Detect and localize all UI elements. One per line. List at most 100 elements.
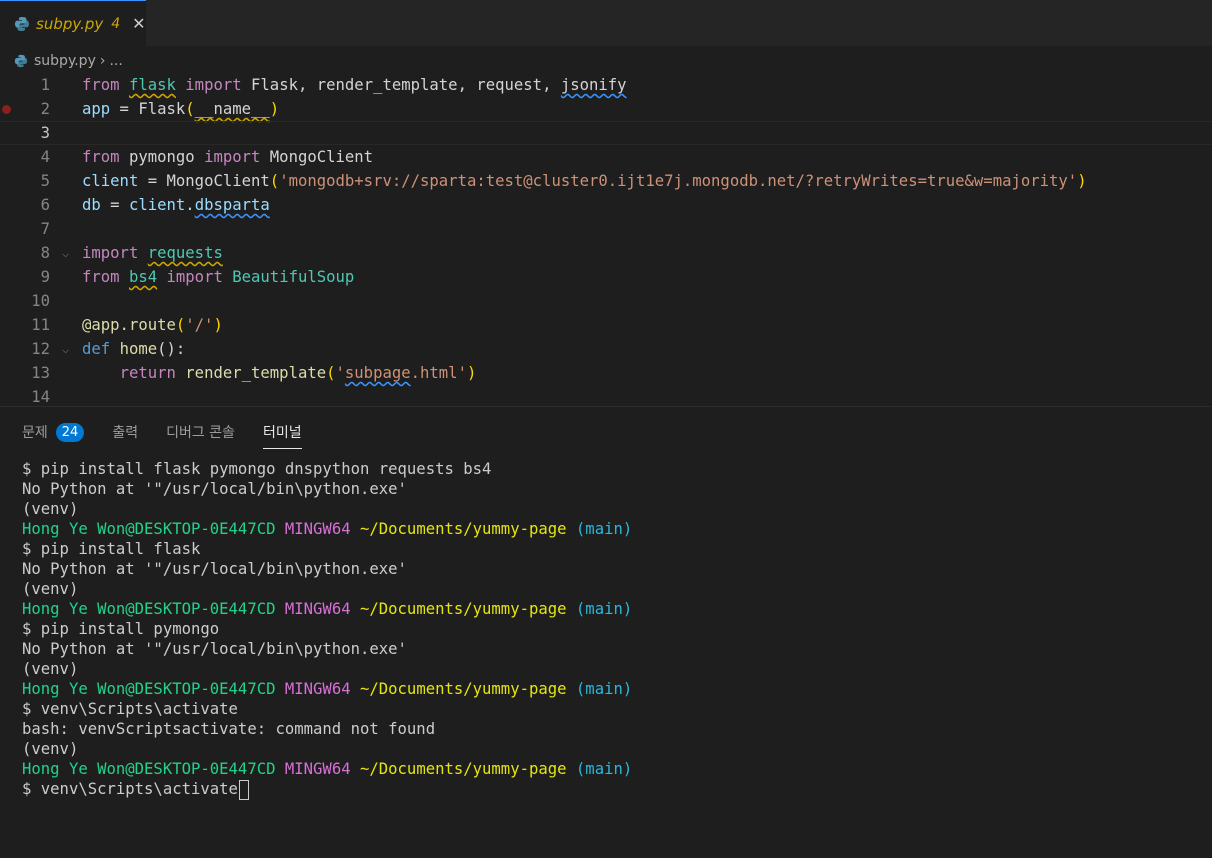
breadcrumb-more[interactable]: ... [109, 53, 122, 69]
token: = [138, 172, 167, 190]
token: def [82, 340, 111, 358]
prompt-branch: (main) [575, 600, 633, 618]
prompt-user: Hong Ye Won@DESKTOP-0E447CD [22, 760, 276, 778]
breadcrumb-file[interactable]: subpy.py [34, 53, 96, 69]
token: from [82, 148, 120, 166]
token: import [166, 268, 223, 286]
token: app [82, 100, 111, 118]
token: ) [466, 364, 477, 382]
chevron-down-icon[interactable]: ⌵ [62, 246, 69, 260]
tab-debug-console-label: 디버그 콘솔 [166, 425, 235, 441]
tab-problems-label: 문제 [22, 425, 48, 441]
terminal-prompt: Hong Ye Won@DESKTOP-0E447CD MINGW64 ~/Do… [22, 759, 1202, 779]
terminal-line: $ pip install flask pymongo dnspython re… [22, 460, 492, 478]
token: ) [213, 316, 223, 334]
code-text: from bs4 import BeautifulSoup [82, 268, 354, 286]
terminal-input-text[interactable]: $ venv\Scripts\activate [22, 780, 238, 798]
terminal-line: (venv) [22, 580, 79, 598]
tab-terminal[interactable]: 터미널 [262, 419, 302, 449]
token: ( [269, 172, 280, 190]
prompt-env: MINGW64 [284, 520, 351, 538]
terminal-output[interactable]: $ pip install flask pymongo dnspython re… [22, 459, 1202, 800]
text-cursor [238, 779, 249, 800]
token: @app.route [82, 316, 176, 334]
prompt-user: Hong Ye Won@DESKTOP-0E447CD [22, 520, 276, 538]
token: dbsparta [194, 196, 270, 214]
prompt-path: ~/Documents/yummy-page [359, 760, 567, 778]
code-line: 11 @app.route('/') [0, 313, 1212, 337]
token: Flask, render_template, request, [251, 76, 561, 94]
code-line: 13 return render_template('subpage.html'… [0, 361, 1212, 385]
panel-tab-bar: 문제 24 출력 디버그 콘솔 터미널 [22, 417, 330, 449]
token: = [100, 196, 129, 214]
line-number: 8 [40, 244, 50, 262]
token: MongoClient [269, 148, 374, 166]
tab-output-label: 출력 [112, 425, 139, 441]
line-number: 3 [40, 124, 50, 142]
terminal-prompt: Hong Ye Won@DESKTOP-0E447CD MINGW64 ~/Do… [22, 599, 1202, 619]
terminal-line: No Python at '"/usr/local/bin\python.exe… [22, 480, 407, 498]
tab-debug-console[interactable]: 디버그 콘솔 [166, 419, 235, 445]
token: home [119, 340, 158, 358]
code-line: 8 ⌵ import requests [0, 241, 1212, 265]
python-icon [15, 16, 29, 31]
code-text: client = MongoClient('mongodb+srv://spar… [82, 172, 1087, 190]
code-line: 9 from bs4 import BeautifulSoup [0, 265, 1212, 289]
token: . [185, 196, 195, 214]
line-number: 7 [40, 220, 50, 238]
terminal-line: No Python at '"/usr/local/bin\python.exe… [22, 560, 407, 578]
code-line: 12 ⌵ def home(): [0, 337, 1212, 361]
terminal-line: No Python at '"/usr/local/bin\python.exe… [22, 640, 407, 658]
token: ' [335, 364, 345, 382]
code-line: 14 [0, 385, 1212, 406]
line-number: 14 [31, 388, 50, 406]
code-text: def home(): [82, 340, 185, 358]
token: client [128, 196, 186, 214]
token: = [110, 100, 139, 118]
line-number: 12 [31, 340, 50, 358]
line-number: 10 [31, 292, 50, 310]
code-line: 6 db = client.dbsparta [0, 193, 1212, 217]
token: .html' [410, 364, 467, 382]
prompt-branch: (main) [575, 520, 633, 538]
tab-terminal-label: 터미널 [262, 425, 302, 441]
terminal-line: $ venv\Scripts\activate [22, 700, 238, 718]
prompt-path: ~/Documents/yummy-page [359, 680, 567, 698]
token: Flask [138, 100, 186, 118]
line-number: 6 [40, 196, 50, 214]
breadcrumb: subpy.py › ... [14, 50, 123, 72]
line-number: 2 [40, 100, 50, 118]
editor-tab-bar: subpy.py 4 ✕ [0, 0, 1212, 46]
close-icon[interactable]: ✕ [132, 14, 145, 33]
problems-count-badge: 24 [55, 422, 85, 442]
terminal-line: (venv) [22, 740, 79, 758]
token: ( [326, 364, 336, 382]
token: import [204, 148, 261, 166]
prompt-env: MINGW64 [284, 600, 351, 618]
code-text: @app.route('/') [82, 316, 223, 334]
tab-subpy[interactable]: subpy.py 4 ✕ [0, 0, 146, 46]
terminal-line: $ pip install flask [22, 540, 201, 558]
token: from [82, 76, 120, 94]
tab-problems[interactable]: 문제 24 [22, 419, 85, 445]
terminal-line: $ pip install pymongo [22, 620, 220, 638]
chevron-down-icon[interactable]: ⌵ [62, 342, 69, 356]
token: MongoClient [166, 172, 270, 190]
prompt-branch: (main) [575, 680, 633, 698]
terminal-input-line[interactable]: $ venv\Scripts\activate [22, 779, 1202, 800]
code-text: db = client.dbsparta [82, 196, 270, 214]
token: jsonify [560, 76, 627, 94]
token: client [82, 172, 139, 190]
token: return [119, 364, 176, 382]
line-number: 11 [31, 316, 50, 334]
token: import [82, 244, 139, 262]
tab-output[interactable]: 출력 [112, 419, 138, 445]
code-editor[interactable]: 1 from flask import Flask, render_templa… [0, 73, 1212, 406]
terminal-line: bash: venvScriptsactivate: command not f… [22, 720, 436, 738]
python-icon [14, 54, 28, 68]
token: BeautifulSoup [232, 268, 355, 286]
code-text: from flask import Flask, render_template… [82, 76, 627, 94]
prompt-path: ~/Documents/yummy-page [359, 520, 567, 538]
token: pymongo [128, 148, 195, 166]
prompt-env: MINGW64 [284, 760, 351, 778]
